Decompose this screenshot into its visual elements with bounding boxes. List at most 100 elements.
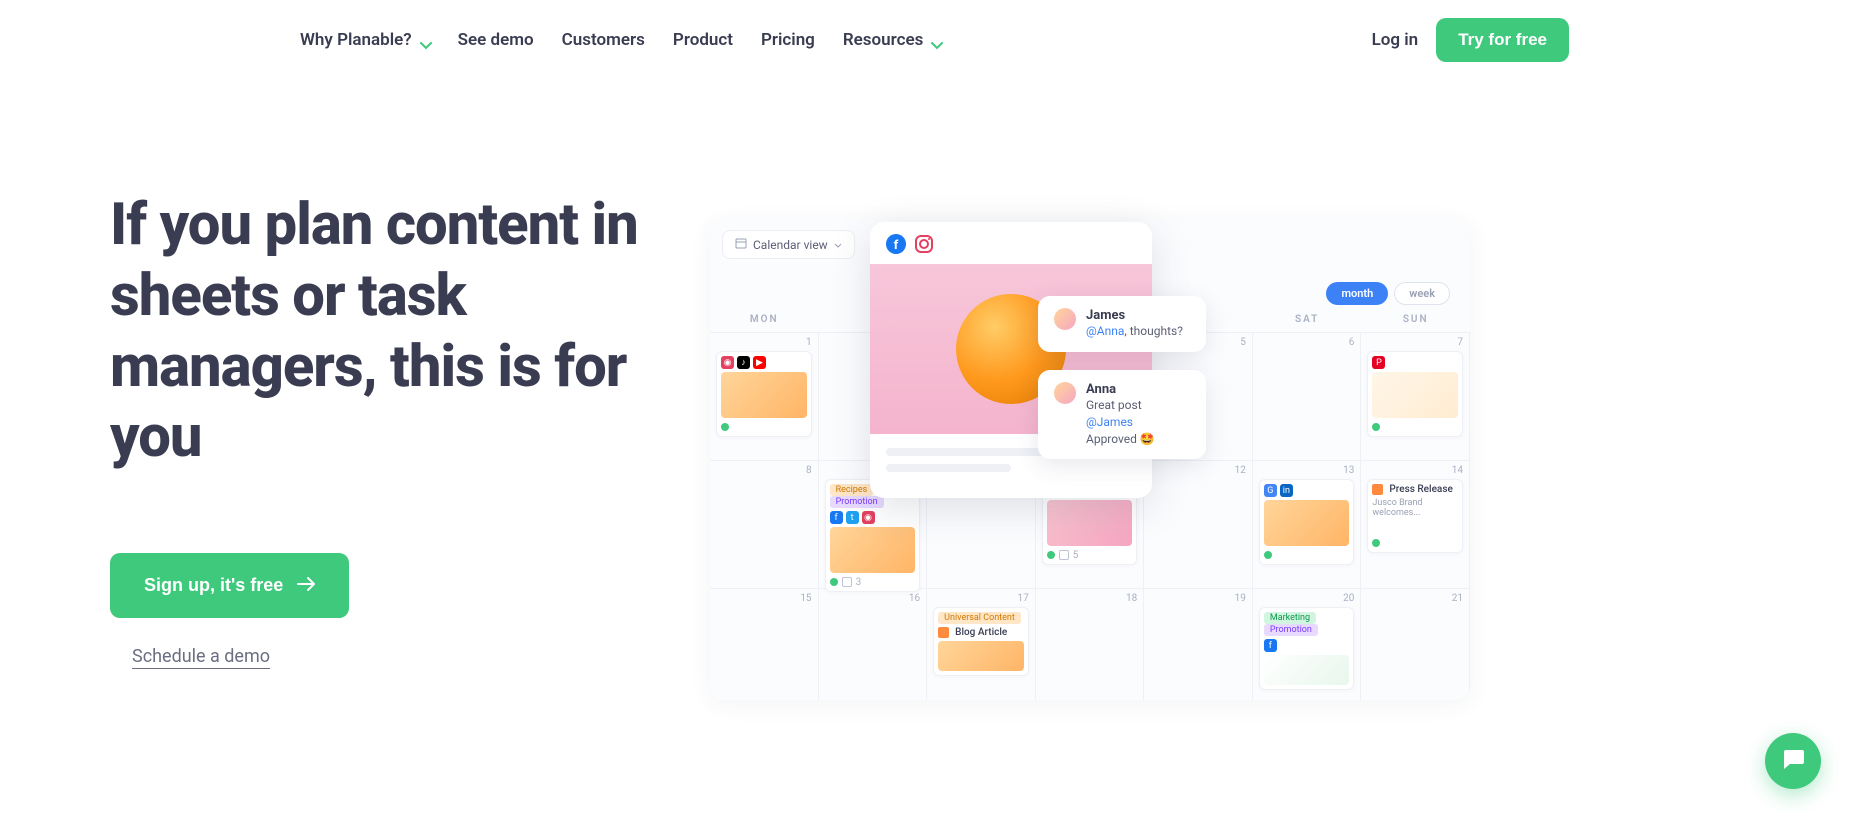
- post-thumbnail: [830, 527, 916, 573]
- pinterest-icon: P: [1372, 356, 1385, 369]
- post-card[interactable]: G in: [1259, 479, 1355, 565]
- day-number: 13: [1343, 465, 1354, 476]
- calendar-cell[interactable]: 19: [1144, 589, 1253, 700]
- status-dot: [830, 578, 838, 586]
- toggle-month[interactable]: month: [1326, 282, 1388, 305]
- svg-text:f: f: [894, 238, 899, 253]
- try-for-free-button[interactable]: Try for free: [1436, 18, 1569, 62]
- comment-icon: [842, 577, 852, 587]
- google-icon: G: [1264, 484, 1277, 497]
- day-number: 21: [1452, 593, 1463, 604]
- avatar: [1054, 308, 1076, 330]
- twitter-icon: t: [846, 511, 859, 524]
- toggle-week[interactable]: week: [1394, 282, 1450, 305]
- calendar-cell[interactable]: 6: [1253, 333, 1362, 461]
- day-number: 12: [1235, 465, 1246, 476]
- post-thumbnail: [1372, 372, 1458, 418]
- top-nav: Why Planable? See demo Customers Product…: [0, 0, 1869, 80]
- linkedin-icon: in: [1280, 484, 1293, 497]
- comment-author: Anna: [1086, 382, 1190, 397]
- day-number: 5: [1240, 337, 1246, 348]
- status-dot: [1047, 551, 1055, 559]
- calendar-cell[interactable]: 21: [1361, 589, 1470, 700]
- hero-actions: Sign up, it's free Schedule a demo: [110, 553, 670, 667]
- hero-title: If you plan content in sheets or task ma…: [110, 190, 670, 473]
- facebook-icon: f: [886, 234, 906, 254]
- calendar-cell[interactable]: 20 MarketingPromotion f: [1253, 589, 1362, 700]
- calendar-view-selector[interactable]: Calendar view: [722, 230, 855, 259]
- nav-product[interactable]: Product: [673, 30, 733, 50]
- day-number: 8: [806, 465, 812, 476]
- calendar-cell[interactable]: 12: [1144, 461, 1253, 589]
- day-header: SAT: [1253, 314, 1362, 325]
- day-number: 15: [800, 593, 811, 604]
- calendar-cell[interactable]: 1 ◉ ♪ ▶: [710, 333, 819, 461]
- day-number: 6: [1349, 337, 1355, 348]
- signup-button[interactable]: Sign up, it's free: [110, 553, 349, 618]
- day-number: 14: [1452, 465, 1463, 476]
- chevron-down-icon: [420, 35, 430, 45]
- chat-widget-button[interactable]: [1765, 733, 1821, 789]
- comment-bubble: James @Anna, thoughts?: [1038, 296, 1206, 352]
- comment-count: 3: [856, 577, 862, 588]
- view-toggle-group: month week: [1326, 282, 1450, 305]
- nav-pricing[interactable]: Pricing: [761, 30, 815, 50]
- post-card[interactable]: MarketingPromotion f: [1259, 607, 1355, 690]
- nav-item-label: Why Planable?: [300, 30, 412, 50]
- document-icon: [938, 627, 949, 638]
- facebook-icon: f: [1264, 639, 1277, 652]
- arrow-right-icon: [297, 575, 315, 596]
- calendar-cell[interactable]: 7 P: [1361, 333, 1470, 461]
- status-dot: [1372, 539, 1380, 547]
- nav-item-label: Resources: [843, 30, 924, 50]
- calendar-cell[interactable]: 13 G in: [1253, 461, 1362, 589]
- chevron-down-icon: [834, 238, 842, 252]
- tiktok-icon: ♪: [737, 356, 750, 369]
- post-thumbnail: [938, 641, 1024, 671]
- calendar-cell[interactable]: 17 Universal Content Blog Article: [927, 589, 1036, 700]
- day-number: 19: [1235, 593, 1246, 604]
- status-dot: [1372, 423, 1380, 431]
- nav-actions: Log in Try for free: [1372, 18, 1569, 62]
- calendar-cell[interactable]: 8: [710, 461, 819, 589]
- tag-promotion: Promotion: [1264, 624, 1318, 636]
- card-label: Blog Article: [955, 627, 1007, 638]
- comment-icon: [1059, 550, 1069, 560]
- login-link[interactable]: Log in: [1372, 30, 1419, 50]
- calendar-cell[interactable]: 16: [819, 589, 928, 700]
- day-number: 18: [1126, 593, 1137, 604]
- nav-why-planable[interactable]: Why Planable?: [300, 30, 430, 50]
- schedule-demo-link[interactable]: Schedule a demo: [132, 646, 670, 667]
- document-icon: [1372, 484, 1383, 495]
- post-card[interactable]: Universal Content Blog Article: [933, 607, 1029, 676]
- instagram-icon: ◉: [862, 511, 875, 524]
- view-label: Calendar view: [753, 238, 828, 252]
- calendar-cell[interactable]: 18: [1036, 589, 1145, 700]
- post-thumbnail: [1264, 655, 1350, 685]
- post-card[interactable]: ◉ ♪ ▶: [716, 351, 812, 437]
- day-number: 20: [1343, 593, 1354, 604]
- nav-resources[interactable]: Resources: [843, 30, 942, 50]
- tag-promotion: Promotion: [830, 496, 884, 508]
- nav-see-demo[interactable]: See demo: [458, 30, 534, 50]
- post-thumbnail: [721, 372, 807, 418]
- post-card[interactable]: P: [1367, 351, 1463, 437]
- chat-icon: [1780, 746, 1806, 776]
- day-number: 17: [1017, 593, 1028, 604]
- comment-count: 5: [1073, 550, 1079, 561]
- calendar-cell[interactable]: 14 Press Release Jusco Brand welcomes...: [1361, 461, 1470, 589]
- nav-customers[interactable]: Customers: [562, 30, 645, 50]
- chevron-down-icon: [931, 35, 941, 45]
- status-dot: [721, 423, 729, 431]
- signup-label: Sign up, it's free: [144, 575, 283, 596]
- comment-text: @Anna, thoughts?: [1086, 323, 1183, 340]
- day-header: SUN: [1361, 314, 1470, 325]
- comment-author: James: [1086, 308, 1183, 323]
- tag-marketing: Marketing: [1264, 612, 1316, 624]
- day-number: 7: [1457, 337, 1463, 348]
- calendar-cell[interactable]: 15: [710, 589, 819, 700]
- tag-recipes: Recipes: [830, 484, 874, 496]
- post-card[interactable]: Press Release Jusco Brand welcomes...: [1367, 479, 1463, 553]
- day-header: MON: [710, 314, 819, 325]
- hero-copy: If you plan content in sheets or task ma…: [110, 190, 670, 667]
